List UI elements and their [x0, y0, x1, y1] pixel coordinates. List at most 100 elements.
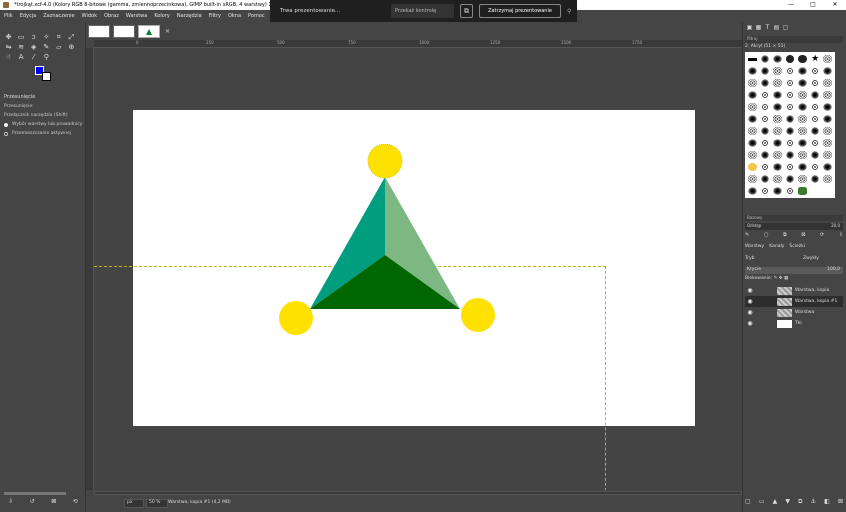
brush-item[interactable]: [748, 151, 757, 159]
lasso-tool-icon[interactable]: ↄ: [28, 32, 39, 42]
image-tab-triangle[interactable]: [138, 24, 160, 38]
brush-item[interactable]: [823, 55, 832, 63]
brush-item[interactable]: [748, 67, 757, 75]
brush-item[interactable]: [748, 187, 757, 195]
visibility-eye-icon[interactable]: ◉: [745, 298, 755, 305]
brush-item[interactable]: [798, 79, 807, 87]
layer-row[interactable]: ◉ Tło: [745, 318, 843, 329]
background-color-swatch[interactable]: [42, 72, 51, 81]
open-brush-icon[interactable]: ⇪: [839, 232, 843, 238]
brush-item[interactable]: [785, 67, 795, 75]
refresh-brushes-icon[interactable]: ⟳: [820, 232, 824, 238]
brush-item[interactable]: [760, 187, 770, 195]
brush-item[interactable]: [785, 127, 795, 135]
brush-item[interactable]: [785, 103, 795, 111]
images-tab-icon[interactable]: ▢: [781, 24, 790, 31]
new-layer-icon[interactable]: ▢: [745, 498, 751, 506]
brush-item[interactable]: [798, 67, 807, 75]
menu-file[interactable]: Plik: [4, 13, 13, 19]
brush-item[interactable]: [798, 55, 807, 63]
lock-pixels-icon[interactable]: ✎: [774, 276, 778, 281]
brush-item[interactable]: [810, 103, 820, 111]
move-tool-icon[interactable]: ✥: [3, 32, 14, 42]
layer-row[interactable]: ◉ Warstwa, kopia: [745, 285, 843, 296]
image-tab-1[interactable]: [88, 24, 110, 38]
reset-options-icon[interactable]: ⟲: [73, 498, 78, 505]
brush-item[interactable]: [760, 67, 770, 75]
brush-item[interactable]: [810, 91, 820, 99]
brush-item[interactable]: [748, 115, 757, 123]
brush-item[interactable]: [785, 139, 795, 147]
brush-item[interactable]: [823, 163, 832, 171]
brush-item[interactable]: [760, 91, 770, 99]
brush-item[interactable]: [748, 163, 757, 171]
visibility-eye-icon[interactable]: ◉: [745, 320, 755, 327]
canvas-area[interactable]: [94, 48, 742, 490]
paintbrush-tool-icon[interactable]: ✎: [41, 42, 52, 52]
color-picker-tool-icon[interactable]: ⁄: [28, 52, 39, 62]
brush-item[interactable]: [748, 127, 757, 135]
delete-brush-icon[interactable]: ⊠: [801, 232, 805, 238]
stop-presenting-button[interactable]: Zatrzymaj prezentowanie: [479, 4, 561, 18]
brush-item[interactable]: [785, 163, 795, 171]
toolbox-scrollbar[interactable]: [4, 492, 66, 495]
brush-item[interactable]: [748, 79, 757, 87]
brush-item[interactable]: [760, 139, 770, 147]
anchor-layer-icon[interactable]: ⚓: [811, 498, 816, 506]
duplicate-brush-icon[interactable]: ⧉: [783, 232, 787, 238]
brush-item[interactable]: [823, 139, 832, 147]
delete-layer-icon[interactable]: ⊠: [838, 498, 843, 506]
document-history-tab-icon[interactable]: ▤: [772, 24, 781, 31]
brush-item[interactable]: [798, 91, 807, 99]
image-tab-2[interactable]: [113, 24, 135, 38]
lower-layer-icon[interactable]: ▼: [785, 498, 790, 506]
brushes-tab-icon[interactable]: ▣: [745, 24, 754, 31]
brush-item[interactable]: [823, 151, 832, 159]
brush-item[interactable]: [798, 175, 807, 183]
tab-paths[interactable]: Ścieżki: [789, 244, 805, 253]
screen-share-icon[interactable]: ⧉: [460, 4, 473, 18]
visibility-eye-icon[interactable]: ◉: [745, 287, 755, 294]
brush-spacing-slider[interactable]: Odstęp 20,0: [745, 223, 843, 230]
brush-item[interactable]: [785, 115, 795, 123]
close-tab-icon[interactable]: ✕: [165, 28, 170, 35]
brush-item[interactable]: [785, 175, 795, 183]
mask-layer-icon[interactable]: ◧: [824, 498, 830, 506]
eraser-tool-icon[interactable]: ▱: [53, 42, 64, 52]
brush-item[interactable]: [748, 139, 757, 147]
brush-item[interactable]: [823, 175, 832, 183]
brush-item[interactable]: [773, 187, 782, 195]
menu-layer[interactable]: Warstwa: [126, 13, 147, 19]
crop-tool-icon[interactable]: ⌗: [53, 32, 64, 42]
menu-colors[interactable]: Kolory: [154, 13, 170, 19]
mode-select[interactable]: Zwykły: [803, 256, 819, 261]
lock-alpha-icon[interactable]: ▦: [784, 276, 788, 281]
brush-item[interactable]: [760, 127, 770, 135]
menu-windows[interactable]: Okna: [228, 13, 241, 19]
brush-item[interactable]: [798, 151, 807, 159]
brush-item[interactable]: [773, 55, 782, 63]
menu-help[interactable]: Pomoc: [248, 13, 265, 19]
brush-item[interactable]: [748, 91, 757, 99]
menu-image[interactable]: Obraz: [104, 13, 119, 19]
brush-item[interactable]: [760, 115, 770, 123]
tab-channels[interactable]: Kanały: [769, 244, 784, 253]
delete-options-icon[interactable]: ⊠: [51, 498, 56, 505]
layer-row[interactable]: ◉ Warstwa: [745, 307, 843, 318]
brush-item[interactable]: [760, 103, 770, 111]
brush-item[interactable]: [798, 163, 807, 171]
brush-item[interactable]: [760, 79, 770, 87]
brush-item[interactable]: [823, 115, 832, 123]
lock-position-icon[interactable]: ✥: [779, 276, 783, 281]
brush-item[interactable]: [785, 55, 795, 63]
brush-item[interactable]: [773, 139, 782, 147]
patterns-tab-icon[interactable]: ▦: [754, 24, 763, 31]
zoom-tool-icon[interactable]: ⚲: [41, 52, 52, 62]
brush-item[interactable]: [785, 151, 795, 159]
new-brush-icon[interactable]: ▢: [764, 232, 769, 238]
brush-item[interactable]: [773, 103, 782, 111]
brush-item[interactable]: [760, 175, 770, 183]
brush-item[interactable]: [810, 163, 820, 171]
brush-item[interactable]: [823, 67, 832, 75]
transform-tool-icon[interactable]: ⤢: [66, 32, 77, 42]
